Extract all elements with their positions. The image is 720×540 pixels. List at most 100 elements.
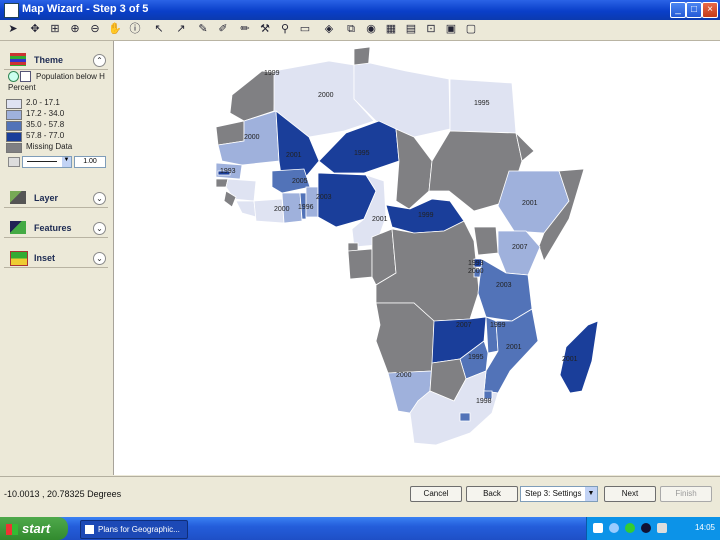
tray-icon[interactable] [625, 523, 635, 533]
system-tray: 14:05 [586, 517, 720, 540]
legend-swatch [6, 132, 22, 142]
year-label: 1998 [476, 398, 492, 405]
properties-icon[interactable] [20, 71, 31, 82]
chevron-down-icon[interactable]: ⌄ [93, 252, 106, 265]
chevron-down-icon[interactable]: ▼ [585, 487, 597, 501]
label-icon[interactable]: ✐ [216, 22, 230, 36]
legend-swatch [6, 110, 22, 120]
theme-icon [10, 53, 26, 66]
year-label: 2001 [286, 152, 302, 159]
inset-section-header[interactable]: Inset ⌄ [4, 249, 108, 268]
chevron-down-icon[interactable]: ⌄ [93, 192, 106, 205]
step-select-value: Step 3: Settings [525, 489, 582, 498]
africa-map[interactable]: 1999 2000 1995 2000 1993 2001 2000 1995 … [114, 41, 720, 475]
chevron-up-icon[interactable]: ⌃ [93, 54, 106, 67]
region-kenya [497, 230, 541, 276]
status-bar: -10.0013 , 20.78325 Degrees Cancel Back … [0, 476, 720, 517]
legend-swatch [6, 143, 22, 153]
grid-icon[interactable]: ⊡ [424, 22, 438, 36]
taskbar-item-label: Plans for Geographic... [98, 525, 180, 534]
finish-button: Finish [660, 486, 712, 502]
print-icon[interactable]: ▦ [384, 22, 398, 36]
theme-section-header[interactable]: Theme ⌃ [4, 51, 108, 70]
next-button[interactable]: Next [604, 486, 656, 502]
info-icon[interactable]: ⓘ [128, 22, 142, 36]
chevron-down-icon[interactable]: ▼ [62, 157, 71, 167]
start-button[interactable]: start [0, 517, 68, 540]
features-section-header[interactable]: Features ⌄ [4, 219, 108, 238]
text-icon[interactable]: ✏ [238, 22, 252, 36]
year-label: 1995 [474, 100, 490, 107]
title-bar: Map Wizard - Step 3 of 5 _ □ × [0, 0, 720, 20]
year-label: 1993 [468, 260, 484, 267]
chevron-down-icon[interactable]: ⌄ [93, 222, 106, 235]
legend-label: 17.2 - 34.0 [26, 109, 65, 118]
legend-label: 2.0 - 17.1 [26, 98, 60, 107]
maximize-button[interactable]: □ [686, 2, 702, 18]
region-chad [395, 128, 433, 210]
theme-field: Population below H [36, 72, 105, 81]
year-label: 2007 [456, 322, 472, 329]
cancel-button[interactable]: Cancel [410, 486, 462, 502]
region-angola [375, 302, 435, 374]
taskbar: start Plans for Geographic... 14:05 [0, 517, 720, 540]
select-icon[interactable]: ↖ [152, 22, 166, 36]
refresh-icon[interactable] [8, 71, 19, 82]
tray-icon[interactable] [657, 523, 667, 533]
map-canvas[interactable]: 1999 2000 1995 2000 1993 2001 2000 1995 … [114, 41, 720, 475]
line-style-select[interactable]: ▼ [22, 156, 72, 168]
region-benin [305, 186, 319, 218]
year-label: 2005 [292, 178, 308, 185]
tray-icon[interactable] [609, 523, 619, 533]
legend-swatch [6, 121, 22, 131]
save-icon[interactable]: ▢ [464, 22, 478, 36]
taskbar-item[interactable]: Plans for Geographic... [80, 520, 188, 539]
query-icon[interactable]: ▭ [298, 22, 312, 36]
windows-flag-icon [6, 524, 18, 536]
line-sample [27, 161, 57, 162]
zoom-out-icon[interactable]: ⊖ [88, 22, 102, 36]
clock: 14:05 [694, 523, 715, 532]
year-label: 1995 [354, 150, 370, 157]
buffer-icon[interactable]: ⚲ [278, 22, 292, 36]
layers-icon[interactable]: ⧉ [344, 22, 358, 36]
fill-swatch[interactable] [8, 157, 20, 167]
section-label: Theme [34, 55, 64, 65]
zoom-in-icon[interactable]: ⊕ [68, 22, 82, 36]
back-button[interactable]: Back [466, 486, 518, 502]
measure-icon[interactable]: ↗ [174, 22, 188, 36]
hand-icon[interactable]: ✋ [108, 22, 122, 36]
region-lesotho [459, 412, 471, 422]
minimize-button[interactable]: _ [670, 2, 686, 18]
section-label: Inset [34, 253, 56, 263]
identify-icon[interactable]: ⊞ [48, 22, 62, 36]
layer-section-header[interactable]: Layer ⌄ [4, 189, 108, 208]
window-title: Map Wizard - Step 3 of 5 [22, 3, 149, 15]
year-label: 1996 [298, 204, 314, 211]
legend-label: Missing Data [26, 142, 73, 151]
pan-icon[interactable]: ✥ [28, 22, 42, 36]
layer-icon [10, 191, 26, 204]
settings-icon[interactable]: ◉ [364, 22, 378, 36]
line-style-row: ▼ 1.00 [8, 156, 108, 168]
start-label: start [22, 521, 51, 536]
pointer-icon[interactable]: ➤ [6, 22, 20, 36]
region-gabon [347, 248, 373, 280]
close-button[interactable]: × [702, 2, 718, 18]
tray-icon[interactable] [593, 523, 603, 533]
draw-icon[interactable]: ✎ [196, 22, 210, 36]
line-width-input[interactable]: 1.00 [74, 156, 106, 168]
image-icon[interactable]: ▣ [444, 22, 458, 36]
region-uganda [473, 226, 499, 256]
table-icon[interactable]: ⚒ [258, 22, 272, 36]
year-label: 2001 [562, 356, 578, 363]
tray-icon[interactable] [641, 523, 651, 533]
inset-icon [10, 251, 28, 266]
theme-units: Percent [8, 83, 36, 92]
globe-icon[interactable]: ◈ [322, 22, 336, 36]
side-panel: Theme ⌃ Population below H Percent 2.0 -… [0, 41, 114, 475]
legend-label: 57.8 - 77.0 [26, 131, 65, 140]
step-select[interactable]: Step 3: Settings ▼ [520, 486, 598, 502]
year-label: 1999 [264, 70, 280, 77]
export-icon[interactable]: ▤ [404, 22, 418, 36]
